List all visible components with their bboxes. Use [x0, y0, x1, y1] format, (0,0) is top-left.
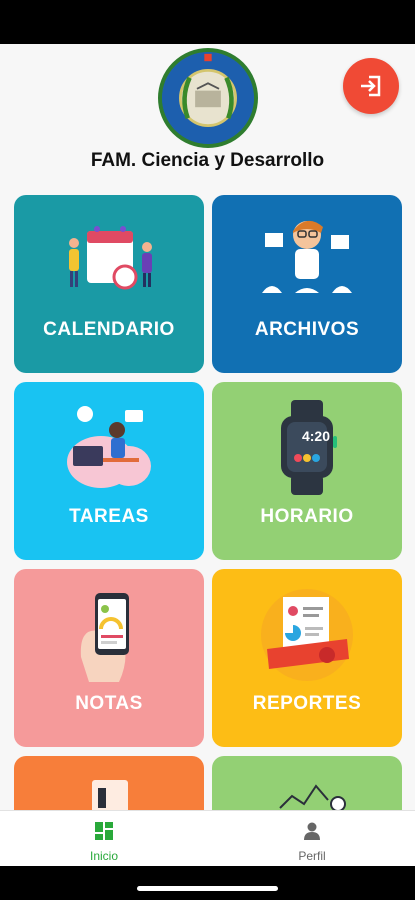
partial-illustration-icon	[279, 784, 346, 812]
nav-label: Inicio	[89, 849, 118, 863]
report-document-icon	[261, 589, 353, 681]
nav-label: Perfil	[298, 849, 326, 863]
institution-logo	[158, 48, 258, 148]
homework-icon	[67, 406, 151, 488]
logout-icon	[361, 75, 381, 97]
files-person-icon	[262, 220, 352, 293]
calendar-people-icon	[69, 226, 152, 290]
tile-label: ARCHIVOS	[254, 319, 360, 340]
phone-grades-icon	[80, 593, 129, 682]
tile-calendario[interactable]: CALENDARIO	[14, 195, 204, 373]
tile-label: NOTAS	[75, 693, 143, 714]
tile-label: TAREAS	[69, 506, 149, 527]
smartwatch-icon	[281, 400, 337, 495]
tile-horario[interactable]: 4:20 HORARIO	[212, 382, 402, 560]
tile-archivos[interactable]: ARCHIVOS	[212, 195, 402, 373]
tile-label: CALENDARIO	[43, 319, 175, 340]
tile-tareas[interactable]: TAREAS	[14, 382, 204, 560]
header: FAM. Ciencia y Desarrollo	[0, 44, 415, 194]
dashboard-icon	[95, 822, 113, 840]
nav-item-inicio[interactable]: Inicio	[44, 821, 164, 863]
tile-label: REPORTES	[252, 693, 362, 714]
tile-notas[interactable]: NOTAS	[14, 569, 204, 747]
person-icon	[304, 822, 320, 840]
app-screen: FAM. Ciencia y Desarrollo CALENDARIO ARC…	[0, 44, 415, 866]
watch-time: 4:20	[301, 428, 331, 444]
tile-reportes[interactable]: REPORTES	[212, 569, 402, 747]
logout-button[interactable]	[343, 58, 399, 114]
partial-illustration-icon	[92, 780, 128, 814]
home-indicator	[137, 886, 278, 891]
bottom-navigation: Inicio Perfil	[0, 810, 415, 866]
nav-item-perfil[interactable]: Perfil	[252, 821, 372, 863]
page-title: FAM. Ciencia y Desarrollo	[90, 150, 325, 171]
tile-label: HORARIO	[260, 506, 354, 527]
